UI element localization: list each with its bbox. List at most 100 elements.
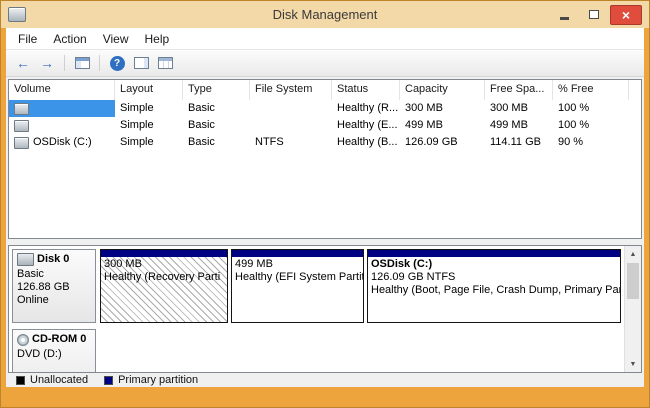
show-action-pane-button[interactable] xyxy=(132,54,150,72)
scrollbar-up-icon[interactable]: ▲ xyxy=(625,246,641,262)
scrollbar-thumb[interactable] xyxy=(627,263,639,299)
disk-name: Disk 0 xyxy=(37,253,69,266)
volume-cell xyxy=(9,100,115,117)
console-tree-icon xyxy=(75,57,90,69)
volume-cell: OSDisk (C:) xyxy=(9,134,115,151)
disk-size: 126.88 GB xyxy=(17,281,91,294)
maximize-icon xyxy=(589,10,599,19)
volume-row-efi[interactable]: Simple Basic Healthy (E... 499 MB 499 MB… xyxy=(9,117,641,134)
disk-name: CD-ROM 0 xyxy=(32,333,86,346)
hard-disk-icon xyxy=(17,253,34,266)
cdrom-0-header[interactable]: CD-ROM 0 DVD (D:) xyxy=(12,329,96,372)
column-header-type[interactable]: Type xyxy=(183,80,250,100)
column-header-capacity[interactable]: Capacity xyxy=(400,80,485,100)
close-button[interactable]: × xyxy=(610,5,642,25)
toolbar-separator xyxy=(99,55,100,71)
pct-free-cell: 100 % xyxy=(553,117,629,134)
volume-list-pane: Volume Layout Type File System Status Ca… xyxy=(8,79,642,239)
free-space-cell: 114.11 GB xyxy=(485,134,553,151)
action-pane-icon xyxy=(134,57,149,69)
partition-name: OSDisk (C:) xyxy=(371,258,617,271)
capacity-cell: 300 MB xyxy=(400,100,485,117)
scrollbar-down-icon[interactable]: ▼ xyxy=(625,356,641,372)
volume-row-osdisk-c[interactable]: OSDisk (C:) Simple Basic NTFS Healthy (B… xyxy=(9,134,641,151)
column-header-pct-free[interactable]: % Free xyxy=(553,80,629,100)
legend-label-primary-partition: Primary partition xyxy=(118,374,198,386)
disk-area: Disk 0 Basic 126.88 GB Online 300 MB Hea… xyxy=(9,246,624,372)
disk-0-header[interactable]: Disk 0 Basic 126.88 GB Online xyxy=(12,249,96,323)
status-cell: Healthy (R... xyxy=(332,100,400,117)
layout-cell: Simple xyxy=(115,117,183,134)
menu-action[interactable]: Action xyxy=(45,30,94,48)
menu-view[interactable]: View xyxy=(95,30,137,48)
back-icon[interactable]: ← xyxy=(14,54,32,72)
partition-size: 126.09 GB NTFS xyxy=(371,271,617,284)
volume-table-header: Volume Layout Type File System Status Ca… xyxy=(9,80,641,100)
cd-rom-icon xyxy=(17,334,29,346)
vertical-scrollbar[interactable]: ▲ ▼ xyxy=(624,246,641,372)
partition-osdisk-c[interactable]: OSDisk (C:) 126.09 GB NTFS Healthy (Boot… xyxy=(367,249,621,323)
disk-management-window: Disk Management × File Action View Help … xyxy=(0,0,650,408)
menubar: File Action View Help xyxy=(6,28,644,49)
file-system-cell xyxy=(250,117,332,134)
column-header-free-space[interactable]: Free Spa... xyxy=(485,80,553,100)
partition-efi[interactable]: 499 MB Healthy (EFI System Partit xyxy=(231,249,364,323)
toolbar: ← → ? xyxy=(6,49,644,77)
legend-swatch-unallocated xyxy=(16,376,25,385)
views-button[interactable] xyxy=(156,54,174,72)
graphical-view-pane: Disk 0 Basic 126.88 GB Online 300 MB Hea… xyxy=(8,245,642,373)
free-space-cell: 499 MB xyxy=(485,117,553,134)
type-cell: Basic xyxy=(183,134,250,151)
type-cell: Basic xyxy=(183,117,250,134)
minimize-button[interactable] xyxy=(552,6,577,24)
volume-cell xyxy=(9,117,115,134)
volume-name: OSDisk (C:) xyxy=(33,134,92,151)
pct-free-cell: 90 % xyxy=(553,134,629,151)
menu-help[interactable]: Help xyxy=(137,30,178,48)
disk-management-icon[interactable] xyxy=(8,7,26,22)
capacity-cell: 499 MB xyxy=(400,117,485,134)
pct-free-cell: 100 % xyxy=(553,100,629,117)
show-console-tree-icon[interactable] xyxy=(73,54,91,72)
column-header-status[interactable]: Status xyxy=(332,80,400,100)
client-area: File Action View Help ← → ? Volume Layou… xyxy=(6,28,644,387)
volume-icon xyxy=(14,120,29,132)
partition-status: Healthy (Boot, Page File, Crash Dump, Pr… xyxy=(371,284,617,297)
partition-status: Healthy (EFI System Partit xyxy=(235,271,360,284)
layout-cell: Simple xyxy=(115,100,183,117)
maximize-button[interactable] xyxy=(581,6,606,24)
volume-row-recovery[interactable]: Simple Basic Healthy (R... 300 MB 300 MB… xyxy=(9,100,641,117)
help-button[interactable]: ? xyxy=(108,54,126,72)
file-system-cell: NTFS xyxy=(250,134,332,151)
legend-swatch-primary-partition xyxy=(104,376,113,385)
forward-icon[interactable]: → xyxy=(38,54,56,72)
partition-size: 499 MB xyxy=(235,258,360,271)
partition-status: Healthy (Recovery Parti xyxy=(104,271,224,284)
disk-type: Basic xyxy=(17,268,91,281)
menu-file[interactable]: File xyxy=(10,30,45,48)
disk-0-row: Disk 0 Basic 126.88 GB Online 300 MB Hea… xyxy=(12,249,621,323)
column-header-file-system[interactable]: File System xyxy=(250,80,332,100)
partition-size: 300 MB xyxy=(104,258,224,271)
scrollbar-track[interactable] xyxy=(625,299,641,356)
toolbar-separator xyxy=(64,55,65,71)
column-header-volume[interactable]: Volume xyxy=(9,80,115,100)
partition-recovery[interactable]: 300 MB Healthy (Recovery Parti xyxy=(100,249,228,323)
cdrom-0-row: CD-ROM 0 DVD (D:) xyxy=(12,329,621,372)
layout-cell: Simple xyxy=(115,134,183,151)
status-cell: Healthy (E... xyxy=(332,117,400,134)
capacity-cell: 126.09 GB xyxy=(400,134,485,151)
partition-type-strip xyxy=(368,250,620,257)
caption-buttons: × xyxy=(552,5,642,25)
partition-type-strip xyxy=(232,250,363,257)
cdrom-0-media-area xyxy=(100,329,621,372)
window-title: Disk Management xyxy=(111,7,539,22)
legend-label-unallocated: Unallocated xyxy=(30,374,88,386)
help-icon: ? xyxy=(110,56,125,71)
column-header-layout[interactable]: Layout xyxy=(115,80,183,100)
free-space-cell: 300 MB xyxy=(485,100,553,117)
disk-status: Online xyxy=(17,294,91,307)
type-cell: Basic xyxy=(183,100,250,117)
volume-icon xyxy=(14,103,29,115)
titlebar[interactable]: Disk Management × xyxy=(1,1,649,28)
